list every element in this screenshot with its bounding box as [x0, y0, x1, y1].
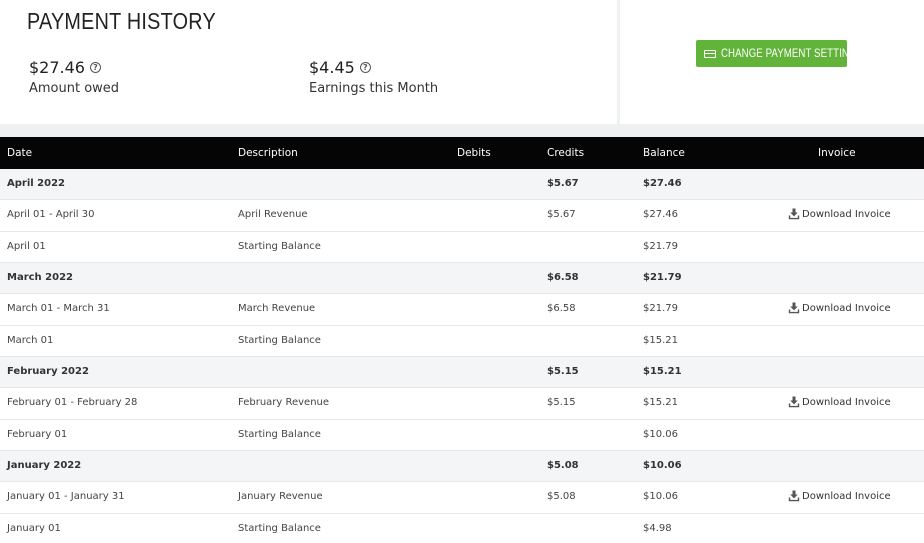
table-row: March 01 Starting Balance $15.21 [0, 325, 924, 358]
date-cell: April 2022 [7, 178, 65, 189]
balance-cell: $10.06 [643, 491, 678, 503]
amount-owed-label: Amount owed [29, 81, 120, 96]
date-cell: January 2022 [7, 460, 82, 472]
date-cell: February 01 [7, 428, 68, 440]
credits-cell: $5.15 [547, 397, 576, 409]
balance-cell: $21.79 [643, 240, 678, 252]
table-group-row: February 2022 $5.15 $15.21 [0, 357, 924, 389]
download-invoice-label: Download Invoice [802, 208, 891, 220]
download-invoice-label: Download Invoice [802, 302, 891, 314]
download-invoice-link[interactable]: Download Invoice [788, 490, 891, 502]
credits-cell: $5.67 [547, 209, 576, 221]
download-icon [788, 208, 800, 220]
download-invoice-link[interactable]: Download Invoice [788, 396, 891, 408]
date-cell: February 01 - February 28 [7, 397, 138, 409]
date-cell: February 2022 [7, 366, 89, 378]
balance-cell: $15.21 [643, 366, 682, 378]
download-icon [788, 302, 800, 314]
description-cell: March Revenue [238, 303, 316, 315]
description-cell: April Revenue [238, 209, 308, 221]
table-row: March 01 - March 31 March Revenue $6.58 $21… [0, 294, 924, 326]
amount-owed-stat: $27.46 ? Amount owed [29, 58, 119, 96]
balance-cell: $15.21 [643, 334, 678, 346]
amount-owed-value: $27.46 [29, 58, 85, 77]
credit-card-icon [704, 49, 716, 58]
table-group-row: January 2022 $5.08 $10.06 [0, 451, 924, 483]
earnings-value: $4.45 [309, 58, 355, 77]
table-row: April 01 - April 30 April Revenue $5.67 $27… [0, 200, 924, 232]
credits-cell: $6.58 [547, 303, 576, 315]
payment-history-table: Date Description Debits Credits Balance … [0, 137, 924, 543]
button-label: CHANGE PAYMENT SETTINGS [721, 47, 864, 60]
help-icon[interactable]: ? [359, 62, 371, 73]
description-cell: February Revenue [238, 397, 330, 409]
description-cell: January Revenue [238, 491, 323, 503]
credits-cell: $5.67 [547, 178, 579, 189]
date-cell: January 01 [7, 522, 61, 534]
balance-cell: $4.98 [643, 522, 672, 534]
credits-cell: $5.15 [547, 366, 579, 378]
table-row: January 01 - January 31 January Revenue $5… [0, 482, 924, 514]
table-row: April 01 Starting Balance $21.79 [0, 231, 924, 264]
table-row: January 01 Starting Balance $4.98 [0, 513, 924, 543]
table-group-row: March 2022 $6.58 $21.79 [0, 263, 924, 295]
earnings-stat: $4.45 ? Earnings this Month [309, 58, 438, 96]
summary-panel: PAYMENT HISTORY $27.46 ? Amount owed $4.… [0, 0, 617, 124]
credits-cell: $5.08 [547, 491, 576, 503]
balance-cell: $27.46 [643, 209, 678, 221]
download-invoice-link[interactable]: Download Invoice [788, 302, 891, 314]
balance-cell: $10.06 [643, 428, 678, 440]
date-cell: April 01 [7, 240, 46, 252]
table-header: Date Description Debits Credits Balance … [0, 137, 924, 169]
download-invoice-link[interactable]: Download Invoice [788, 208, 891, 220]
change-payment-settings-button[interactable]: CHANGE PAYMENT SETTINGS [696, 40, 864, 67]
balance-cell: $10.06 [643, 460, 682, 472]
description-cell: Starting Balance [238, 240, 321, 252]
download-invoice-label: Download Invoice [802, 396, 891, 408]
balance-cell: $15.21 [643, 397, 678, 409]
column-header-debits[interactable]: Debits [457, 147, 491, 159]
description-cell: Starting Balance [238, 428, 321, 440]
column-header-date[interactable]: Date [7, 147, 32, 159]
table-row: February 01 - February 28 February Revenu… [0, 388, 924, 420]
table-body: April 2022 $5.67 $27.46 April 01 - April 30… [0, 169, 924, 543]
column-header-balance[interactable]: Balance [643, 147, 685, 159]
download-icon [788, 490, 800, 502]
table-group-row: April 2022 $5.67 $27.46 [0, 169, 924, 201]
credits-cell: $6.58 [547, 272, 579, 284]
table-row: February 01 Starting Balance $10.06 [0, 419, 924, 452]
balance-cell: $27.46 [643, 178, 682, 189]
balance-cell: $21.79 [643, 272, 682, 284]
earnings-label: Earnings this Month [309, 81, 439, 96]
date-cell: March 01 - March 31 [7, 303, 110, 315]
description-cell: Starting Balance [238, 334, 321, 346]
date-cell: March 2022 [7, 272, 73, 284]
page-title: PAYMENT HISTORY [27, 8, 216, 34]
credits-cell: $5.08 [547, 460, 579, 472]
date-cell: April 01 - April 30 [7, 209, 95, 221]
balance-cell: $21.79 [643, 303, 678, 315]
column-header-credits[interactable]: Credits [547, 147, 584, 159]
date-cell: March 01 [7, 334, 54, 346]
column-header-description[interactable]: Description [238, 147, 298, 159]
download-icon [788, 396, 800, 408]
help-icon[interactable]: ? [89, 62, 101, 73]
date-cell: January 01 - January 31 [7, 491, 125, 503]
column-header-invoice[interactable]: Invoice [818, 147, 856, 159]
download-invoice-label: Download Invoice [802, 490, 891, 502]
description-cell: Starting Balance [238, 522, 321, 534]
